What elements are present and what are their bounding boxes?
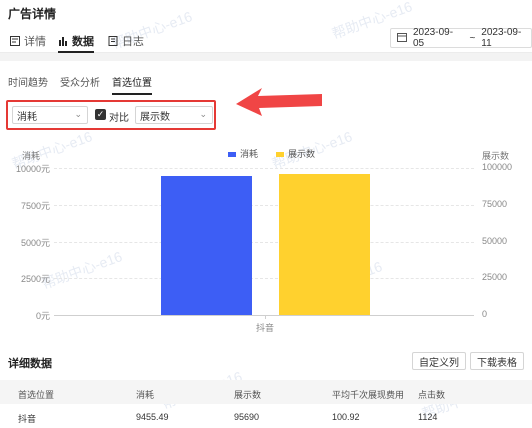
table-cell: 9455.49 [136,412,169,422]
custom-columns-button[interactable]: 自定义列 [412,352,466,370]
grid-line [54,278,474,280]
detail-section-title: 详细数据 [8,358,52,370]
y-tick-right: 100000 [482,162,513,172]
table-cell: 95690 [234,412,260,422]
y-tick-right: 50000 [482,235,508,246]
y-tick-right: 75000 [482,198,508,209]
column-header: 平均千次展现费用 [332,390,405,400]
x-axis-line [54,315,474,316]
y-tick-right: 25000 [482,272,508,283]
column-header: 展示数 [234,390,262,400]
y-tick-left: 7500元 [20,200,50,211]
grid-line [54,204,474,206]
bar-spend [161,176,252,315]
y-tick-left: 2500元 [20,274,50,285]
column-header: 消耗 [136,390,155,400]
y-tick-right: 0 [482,309,488,319]
table-cell: 抖音 [18,414,37,424]
download-table-button[interactable]: 下载表格 [470,352,524,370]
bar-impressions [279,174,370,315]
grid-line [54,241,474,243]
table-cell: 100.92 [332,412,360,422]
y-tick-left: 0元 [35,311,50,321]
bar-chart: 10000元 100000 7500元 75000 5000元 50000 2500元 250… [0,0,532,340]
column-header: 首选位置 [18,390,55,400]
y-tick-left: 10000元 [15,164,50,174]
y-tick-left: 5000元 [20,237,50,248]
table-header: 首选位置 消耗 展示数 平均千次展现费用 点击数 [0,380,532,404]
x-tick-mark [265,315,266,319]
column-header: 点击数 [418,390,446,400]
grid-line [54,168,474,169]
table-cell: 1124 [418,412,438,422]
x-tick-label: 抖音 [256,323,275,333]
